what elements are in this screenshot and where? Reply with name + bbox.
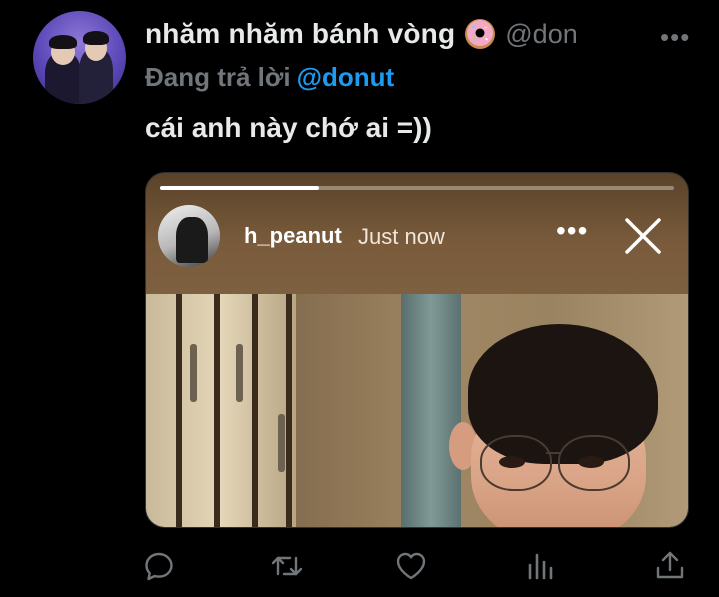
story-more-icon: •••	[556, 215, 589, 246]
author-handle[interactable]: @don	[505, 19, 577, 50]
story-username: h_peanut	[244, 223, 342, 248]
story-avatar	[158, 205, 220, 267]
tweet-media[interactable]: h_peanut Just now •••	[145, 172, 689, 528]
donut-icon	[463, 17, 497, 51]
reply-mention-link[interactable]: @donut	[297, 62, 395, 92]
retweet-icon[interactable]	[269, 548, 305, 584]
replying-to-label: Đang trả lời	[145, 62, 291, 92]
replying-to: Đang trả lời @donut	[145, 62, 394, 93]
story-time: Just now	[358, 224, 445, 249]
close-icon	[623, 216, 663, 256]
tweet: nhăm nhăm bánh vòng @don ••• Đang trả lờ…	[0, 0, 719, 597]
tweet-more-button[interactable]: •••	[660, 22, 690, 53]
wardrobe	[146, 294, 296, 527]
story-progress-fill	[160, 186, 320, 190]
analytics-icon[interactable]	[522, 548, 558, 584]
tweet-actions	[0, 548, 719, 588]
reply-icon[interactable]	[141, 548, 177, 584]
story-photo	[146, 294, 688, 527]
like-icon[interactable]	[393, 548, 429, 584]
tweet-text: cái anh này chớ ai =))	[145, 112, 432, 143]
author-display-name[interactable]: nhăm nhăm bánh vòng	[145, 18, 455, 50]
story-header: h_peanut Just now •••	[146, 173, 688, 294]
author-avatar[interactable]	[33, 11, 126, 104]
author-name-row: nhăm nhăm bánh vòng @don	[145, 16, 578, 52]
share-icon[interactable]	[652, 548, 688, 584]
story-progress-bar	[160, 186, 674, 190]
